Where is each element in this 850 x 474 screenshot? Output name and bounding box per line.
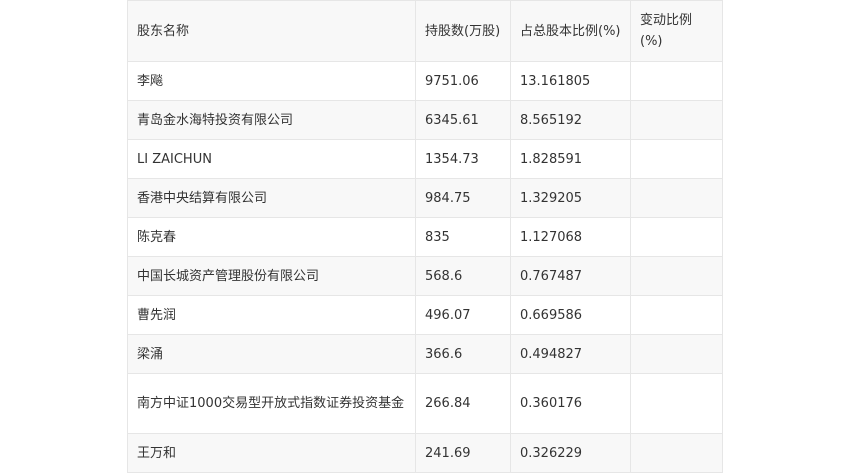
- cell-shares-held: 835: [415, 217, 511, 257]
- cell-change-ratio: [630, 433, 723, 473]
- cell-shares-held: 568.6: [415, 256, 511, 296]
- cell-shares-held: 241.69: [415, 433, 511, 473]
- table-row: LI ZAICHUN 1354.73 1.828591: [127, 139, 723, 179]
- cell-change-ratio: [630, 373, 723, 434]
- table-row: 曹先润 496.07 0.669586: [127, 295, 723, 335]
- table-row: 陈克春 835 1.127068: [127, 217, 723, 257]
- cell-shares-held: 984.75: [415, 178, 511, 218]
- cell-shares-held: 9751.06: [415, 61, 511, 101]
- cell-change-ratio: [630, 334, 723, 374]
- cell-shareholder-name: 香港中央结算有限公司: [127, 178, 416, 218]
- cell-shareholder-name: 中国长城资产管理股份有限公司: [127, 256, 416, 296]
- cell-change-ratio: [630, 295, 723, 335]
- cell-change-ratio: [630, 178, 723, 218]
- cell-shareholder-name: 曹先润: [127, 295, 416, 335]
- table-row: 南方中证1000交易型开放式指数证券投资基金 266.84 0.360176: [127, 373, 723, 434]
- cell-shareholder-name: 梁涌: [127, 334, 416, 374]
- shareholder-table: 股东名称 持股数(万股) 占总股本比例(%) 变动比例(%) 李飚 9751.0…: [127, 0, 723, 473]
- cell-share-ratio: 1.828591: [510, 139, 631, 179]
- table-row: 李飚 9751.06 13.161805: [127, 61, 723, 101]
- table-row: 香港中央结算有限公司 984.75 1.329205: [127, 178, 723, 218]
- header-shares-held: 持股数(万股): [415, 0, 511, 62]
- cell-share-ratio: 1.329205: [510, 178, 631, 218]
- cell-shareholder-name: 南方中证1000交易型开放式指数证券投资基金: [127, 373, 416, 434]
- cell-share-ratio: 8.565192: [510, 100, 631, 140]
- cell-shareholder-name: LI ZAICHUN: [127, 139, 416, 179]
- cell-share-ratio: 0.767487: [510, 256, 631, 296]
- cell-share-ratio: 0.669586: [510, 295, 631, 335]
- cell-share-ratio: 1.127068: [510, 217, 631, 257]
- header-change-ratio: 变动比例(%): [630, 0, 723, 62]
- cell-change-ratio: [630, 217, 723, 257]
- cell-share-ratio: 0.360176: [510, 373, 631, 434]
- cell-shares-held: 366.6: [415, 334, 511, 374]
- cell-shareholder-name: 王万和: [127, 433, 416, 473]
- header-shareholder-name: 股东名称: [127, 0, 416, 62]
- table-row: 王万和 241.69 0.326229: [127, 433, 723, 473]
- table-row: 梁涌 366.6 0.494827: [127, 334, 723, 374]
- cell-share-ratio: 0.494827: [510, 334, 631, 374]
- header-share-ratio: 占总股本比例(%): [510, 0, 631, 62]
- table-row: 中国长城资产管理股份有限公司 568.6 0.767487: [127, 256, 723, 296]
- cell-shares-held: 1354.73: [415, 139, 511, 179]
- cell-share-ratio: 0.326229: [510, 433, 631, 473]
- cell-shares-held: 266.84: [415, 373, 511, 434]
- shareholder-table-container: 股东名称 持股数(万股) 占总股本比例(%) 变动比例(%) 李飚 9751.0…: [127, 0, 723, 473]
- cell-shareholder-name: 陈克春: [127, 217, 416, 257]
- cell-shareholder-name: 李飚: [127, 61, 416, 101]
- cell-change-ratio: [630, 100, 723, 140]
- table-header-row: 股东名称 持股数(万股) 占总股本比例(%) 变动比例(%): [127, 0, 723, 62]
- cell-shares-held: 496.07: [415, 295, 511, 335]
- cell-shareholder-name: 青岛金水海特投资有限公司: [127, 100, 416, 140]
- cell-change-ratio: [630, 139, 723, 179]
- table-row: 青岛金水海特投资有限公司 6345.61 8.565192: [127, 100, 723, 140]
- cell-share-ratio: 13.161805: [510, 61, 631, 101]
- cell-change-ratio: [630, 256, 723, 296]
- cell-change-ratio: [630, 61, 723, 101]
- cell-shares-held: 6345.61: [415, 100, 511, 140]
